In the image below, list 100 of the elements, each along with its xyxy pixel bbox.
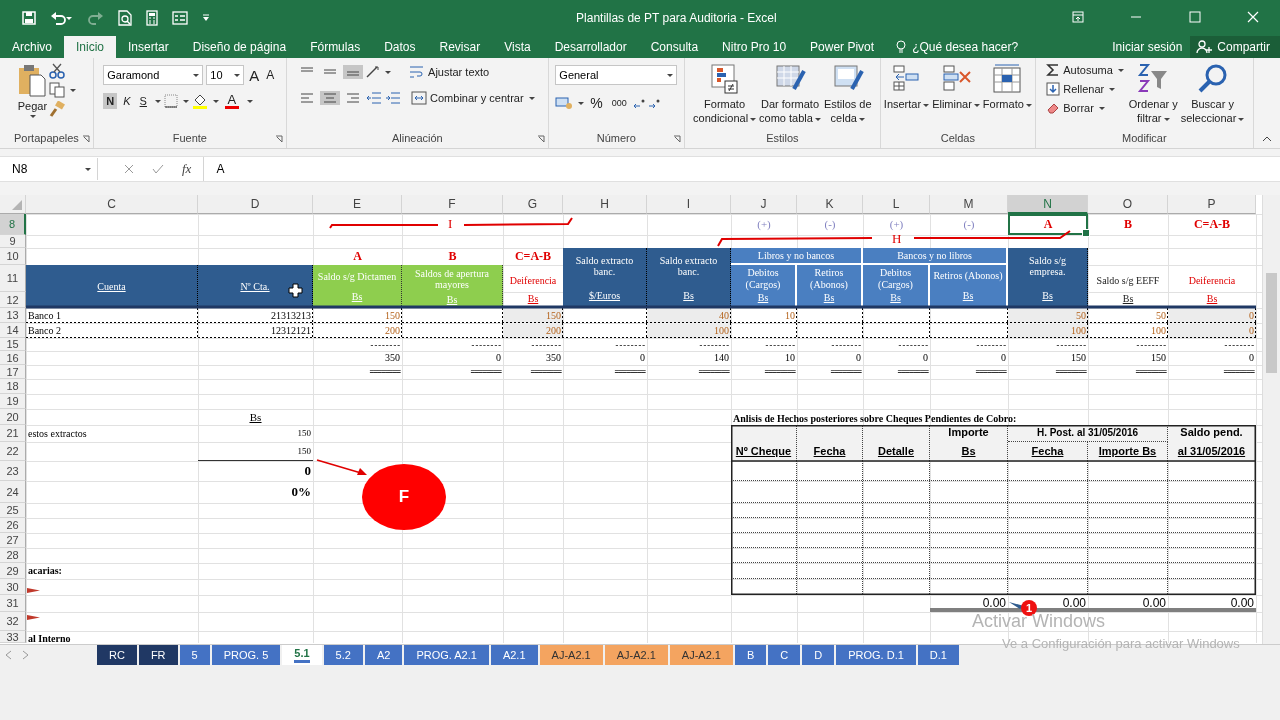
column-header[interactable]: M (930, 195, 1008, 214)
row-header[interactable]: 21 (0, 425, 26, 442)
dialog-launcher-icon[interactable] (81, 135, 90, 143)
row-header[interactable]: 19 (0, 394, 26, 409)
increase-indent-icon[interactable] (385, 92, 402, 104)
tell-me-field[interactable]: ¿Qué desea hacer? (912, 40, 1019, 54)
format-toggle[interactable]: N (103, 93, 118, 109)
sheet-tab[interactable]: 5.2 (323, 645, 363, 665)
column-header[interactable]: G (503, 195, 563, 214)
ribbon-tab[interactable]: Revisar (427, 36, 493, 58)
sheet-tab[interactable]: FR (138, 645, 178, 665)
row-header[interactable]: 15 (0, 338, 26, 351)
sheet-tab[interactable]: B (734, 645, 767, 665)
sheet-tab[interactable]: PROG. A2.1 (404, 645, 489, 665)
sheet-tab[interactable]: 5.1 (282, 645, 322, 665)
row-header[interactable]: 28 (0, 548, 26, 563)
font-color-button[interactable]: A (221, 93, 242, 109)
redo-icon[interactable] (86, 11, 104, 25)
column-header[interactable]: H (563, 195, 647, 214)
row-header[interactable]: 17 (0, 365, 26, 379)
maximize-icon[interactable] (1188, 11, 1201, 23)
column-header[interactable]: I (647, 195, 731, 214)
ribbon-tab[interactable]: Datos (372, 36, 428, 58)
format-table-button[interactable]: Dar formato como tabla (758, 61, 822, 132)
print-preview-icon[interactable] (118, 10, 132, 26)
save-icon[interactable] (22, 11, 36, 25)
sheet-tab[interactable]: C (768, 645, 801, 665)
undo-icon[interactable] (50, 11, 72, 25)
horizontal-align-button[interactable] (320, 91, 341, 105)
ribbon-tab[interactable]: Inicio (64, 36, 117, 58)
sheet-tab[interactable]: 5 (179, 645, 210, 665)
row-header[interactable]: 11 (0, 265, 26, 292)
row-header[interactable]: 14 (0, 323, 26, 338)
font-select[interactable]: Garamond (103, 65, 204, 85)
sheet-tab[interactable]: D (802, 645, 835, 665)
insert-function-button[interactable]: fx (182, 161, 192, 177)
close-icon[interactable] (1247, 11, 1259, 23)
grow-font-button[interactable]: A (247, 66, 262, 84)
collapse-ribbon-icon[interactable] (1262, 136, 1272, 142)
paste-button[interactable]: Pegar (16, 61, 49, 132)
cancel-icon[interactable] (124, 164, 134, 174)
currency-icon[interactable] (555, 96, 574, 110)
shrink-font-button[interactable]: A (264, 68, 277, 82)
row-header[interactable]: 20 (0, 409, 26, 425)
row-header[interactable]: 16 (0, 351, 26, 365)
ribbon-tab[interactable]: Consulta (638, 36, 711, 58)
number-format-select[interactable]: General (555, 65, 678, 85)
font-size-select[interactable]: 10 (206, 65, 245, 85)
column-header[interactable]: D (198, 195, 313, 214)
column-header[interactable]: C (26, 195, 198, 214)
sheet-tab[interactable]: A2.1 (490, 645, 538, 665)
orientation-icon[interactable] (366, 66, 381, 78)
format-button[interactable]: Formato (981, 61, 1033, 132)
autosum-button[interactable]: Autosuma (1043, 61, 1127, 79)
ribbon-tab[interactable]: Fórmulas (298, 36, 373, 58)
column-header[interactable]: N (1008, 195, 1088, 214)
column-header[interactable]: J (731, 195, 797, 214)
sheet-tab[interactable]: AJ-A2.1 (669, 645, 733, 665)
sheet-tab[interactable]: RC (97, 645, 137, 665)
borders-icon[interactable] (163, 94, 178, 108)
format-toggle[interactable]: K (120, 93, 134, 109)
customize-icon[interactable] (202, 14, 210, 22)
row-header[interactable]: 26 (0, 518, 26, 533)
row-header[interactable]: 9 (0, 235, 26, 248)
dialog-launcher-icon[interactable] (274, 135, 283, 143)
calculator-icon[interactable] (146, 10, 158, 26)
insert-button[interactable]: Insertar (882, 61, 931, 132)
column-header[interactable]: F (402, 195, 503, 214)
fill-button[interactable]: Rellenar (1043, 80, 1127, 98)
sheet-tab[interactable]: PROG. D.1 (836, 645, 916, 665)
row-header[interactable]: 18 (0, 379, 26, 394)
ribbon-tab[interactable]: Diseño de página (180, 36, 299, 58)
row-header[interactable]: 30 (0, 579, 26, 595)
thousands-button[interactable]: 000 (608, 96, 630, 110)
row-header[interactable]: 23 (0, 461, 26, 481)
row-header[interactable]: 10 (0, 248, 26, 265)
sort-filter-button[interactable]: Ordenar y filtrar (1127, 61, 1179, 132)
cell-styles-button[interactable]: Estilos de celda (822, 61, 873, 132)
dialog-launcher-icon[interactable] (536, 135, 545, 143)
decrease-decimal-icon[interactable] (647, 98, 660, 108)
confirm-icon[interactable] (152, 164, 164, 174)
sheet-tab[interactable]: PROG. 5 (211, 645, 281, 665)
dialog-launcher-icon[interactable] (672, 135, 681, 143)
merge-center-button[interactable]: Combinar y centrar (408, 89, 538, 107)
format-toggle[interactable]: S (136, 93, 150, 109)
column-header[interactable]: L (863, 195, 930, 214)
copy-icon[interactable] (49, 82, 66, 98)
sheet-tab[interactable]: AJ-A2.1 (539, 645, 603, 665)
row-header[interactable]: 27 (0, 533, 26, 548)
conditional-format-button[interactable]: Formato condicional (692, 61, 758, 132)
column-header[interactable]: O (1088, 195, 1168, 214)
decrease-indent-icon[interactable] (366, 92, 383, 104)
column-header[interactable]: K (797, 195, 863, 214)
row-header[interactable]: 22 (0, 442, 26, 461)
row-header[interactable]: 33 (0, 631, 26, 643)
delete-button[interactable]: Eliminar (931, 61, 981, 132)
row-header[interactable]: 29 (0, 563, 26, 579)
row-header[interactable]: 32 (0, 612, 26, 631)
cut-icon[interactable] (49, 63, 66, 79)
form-icon[interactable] (172, 11, 188, 25)
